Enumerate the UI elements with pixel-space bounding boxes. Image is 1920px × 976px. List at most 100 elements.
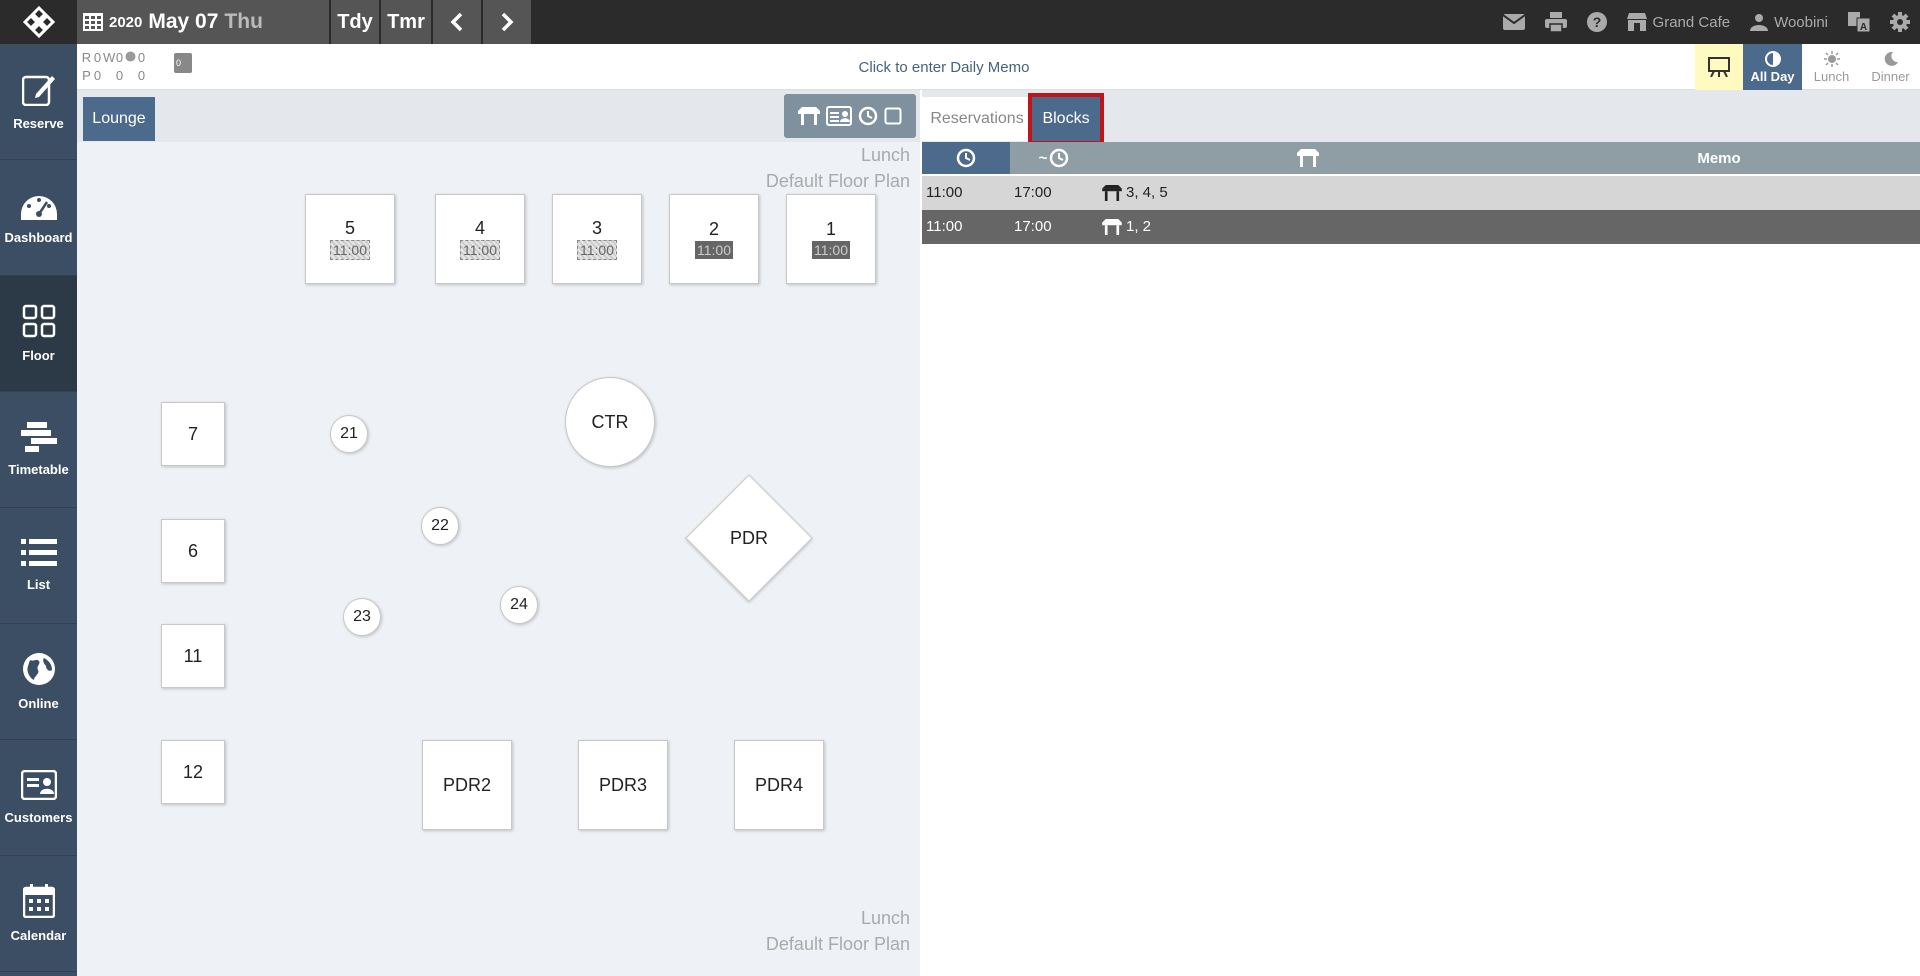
block-start-time: 11:00 bbox=[926, 218, 963, 235]
sidebar-item-label: Online bbox=[18, 696, 59, 711]
sidebar-item-reserve[interactable]: Reserve bbox=[0, 44, 77, 160]
chevron-left-icon bbox=[450, 12, 463, 32]
date-year: 2020 bbox=[109, 13, 143, 31]
blocks-table-header: ~ Memo bbox=[922, 142, 1920, 174]
block-tables: 1, 2 bbox=[1102, 218, 1151, 235]
sidebar-item-label: Floor bbox=[22, 348, 55, 363]
user-name: Woobini bbox=[1774, 13, 1828, 31]
floor-plan-canvas: Lunch Default Floor Plan Lunch Default F… bbox=[77, 142, 920, 976]
store-icon bbox=[1626, 13, 1647, 31]
help-button[interactable]: ? bbox=[1577, 0, 1617, 44]
app-logo[interactable] bbox=[0, 0, 77, 44]
half-circle-icon bbox=[1764, 50, 1781, 67]
floor-table[interactable]: 3 11:00 bbox=[552, 194, 642, 284]
service-label: Lunch bbox=[1813, 68, 1850, 84]
user-menu[interactable]: Woobini bbox=[1740, 0, 1838, 44]
sidebar-item-list[interactable]: List bbox=[0, 508, 77, 624]
table-block-time: 11:00 bbox=[577, 240, 617, 260]
floor-table[interactable]: 7 bbox=[161, 402, 225, 466]
column-memo[interactable]: Memo bbox=[1518, 142, 1920, 174]
service-selector: All Day Lunch Dinner bbox=[1695, 44, 1920, 90]
right-pane-tabs: Reservations Blocks bbox=[922, 90, 1920, 145]
column-start-time[interactable] bbox=[922, 142, 1010, 174]
tab-reservations[interactable]: Reservations bbox=[922, 97, 1032, 141]
sidebar-item-online[interactable]: Online bbox=[0, 624, 77, 740]
floor-table[interactable]: PDR3 bbox=[578, 740, 668, 830]
next-day-button[interactable] bbox=[483, 0, 531, 44]
floor-table[interactable]: 5 11:00 bbox=[305, 194, 395, 284]
table-icon bbox=[1102, 184, 1122, 201]
customer-card-icon bbox=[20, 770, 57, 800]
floor-table[interactable]: 11 bbox=[161, 624, 225, 688]
sidebar-item-customers[interactable]: Customers bbox=[0, 740, 77, 856]
board-view-button[interactable] bbox=[1695, 44, 1743, 90]
table-number: 5 bbox=[344, 218, 355, 238]
tab-blocks[interactable]: Blocks bbox=[1028, 93, 1104, 145]
gear-icon bbox=[1890, 12, 1910, 32]
table-icon bbox=[1102, 218, 1122, 235]
square-outline-icon[interactable] bbox=[884, 107, 902, 125]
floor-table[interactable]: 23 bbox=[343, 598, 381, 636]
customer-card-icon[interactable] bbox=[826, 106, 852, 126]
table-number: 6 bbox=[187, 540, 198, 561]
floor-table[interactable]: 2 11:00 bbox=[669, 194, 759, 284]
question-circle-icon: ? bbox=[1586, 12, 1607, 32]
print-button[interactable] bbox=[1535, 0, 1577, 44]
floor-service-label: Lunch bbox=[860, 908, 910, 928]
floor-table[interactable]: PDR2 bbox=[422, 740, 512, 830]
end-time-prefix: ~ bbox=[1038, 149, 1048, 167]
floor-grid-icon bbox=[22, 304, 55, 338]
date-month-day: May 07 bbox=[148, 10, 219, 33]
floor-table[interactable]: 4 11:00 bbox=[435, 194, 525, 284]
sidebar-item-floor[interactable]: Floor bbox=[0, 276, 77, 392]
area-tab-lounge[interactable]: Lounge bbox=[83, 97, 155, 141]
service-all-day[interactable]: All Day bbox=[1743, 44, 1802, 90]
table-icon bbox=[1297, 149, 1319, 167]
today-button[interactable]: Tdy bbox=[331, 0, 379, 44]
settings-button[interactable] bbox=[1880, 0, 1920, 44]
date-selector[interactable]: 2020 May 07 Thu bbox=[77, 0, 329, 44]
svg-text:A: A bbox=[1860, 22, 1867, 32]
previous-day-button[interactable] bbox=[433, 0, 481, 44]
sidebar-item-calendar[interactable]: Calendar bbox=[0, 856, 77, 972]
floor-label-top: Lunch Default Floor Plan bbox=[766, 142, 910, 194]
service-dinner[interactable]: Dinner bbox=[1861, 44, 1920, 90]
column-end-time[interactable]: ~ bbox=[1010, 142, 1098, 174]
tomorrow-button[interactable]: Tmr bbox=[381, 0, 431, 44]
clock-icon[interactable] bbox=[858, 106, 878, 126]
clock-icon bbox=[956, 148, 976, 168]
sidebar-item-label: Timetable bbox=[8, 462, 69, 477]
sub-header: R 0 W0 0 P000 0 Click to enter Daily Memo A… bbox=[77, 44, 1920, 90]
floor-table[interactable]: 6 bbox=[161, 519, 225, 583]
moon-icon bbox=[1884, 51, 1898, 66]
floor-table[interactable]: 24 bbox=[500, 586, 538, 624]
table-block-time: 11:00 bbox=[812, 241, 850, 259]
edit-icon bbox=[21, 75, 55, 106]
column-tables[interactable] bbox=[1098, 142, 1518, 174]
floor-table[interactable]: 1 11:00 bbox=[786, 194, 876, 284]
floor-table[interactable]: CTR bbox=[565, 377, 655, 467]
floor-table[interactable]: PDR4 bbox=[734, 740, 824, 830]
floor-table[interactable]: 21 bbox=[330, 415, 368, 453]
floor-table[interactable]: 12 bbox=[161, 740, 225, 804]
block-tables: 3, 4, 5 bbox=[1102, 184, 1168, 201]
service-lunch[interactable]: Lunch bbox=[1802, 44, 1861, 90]
daily-memo[interactable]: Click to enter Daily Memo bbox=[77, 59, 1811, 76]
language-button[interactable]: A bbox=[1838, 0, 1880, 44]
block-row[interactable]: 11:00 17:00 1, 2 bbox=[922, 210, 1920, 244]
sidebar-item-label: List bbox=[26, 577, 51, 592]
block-row[interactable]: 11:00 17:00 3, 4, 5 bbox=[922, 176, 1920, 210]
table-icon[interactable] bbox=[798, 107, 820, 125]
chevron-right-icon bbox=[501, 12, 514, 32]
block-table-list: 1, 2 bbox=[1126, 218, 1152, 235]
sidebar-item-label: Calendar bbox=[10, 928, 67, 943]
messages-button[interactable] bbox=[1493, 0, 1535, 44]
floor-table[interactable]: 22 bbox=[421, 507, 459, 545]
printer-icon bbox=[1544, 12, 1567, 32]
globe-icon bbox=[22, 653, 55, 685]
floor-display-toggles bbox=[784, 94, 916, 138]
sidebar-item-timetable[interactable]: Timetable bbox=[0, 392, 77, 508]
sidebar-item-dashboard[interactable]: Dashboard bbox=[0, 160, 77, 276]
clock-icon bbox=[1050, 148, 1069, 168]
restaurant-selector[interactable]: Grand Cafe bbox=[1617, 0, 1741, 44]
